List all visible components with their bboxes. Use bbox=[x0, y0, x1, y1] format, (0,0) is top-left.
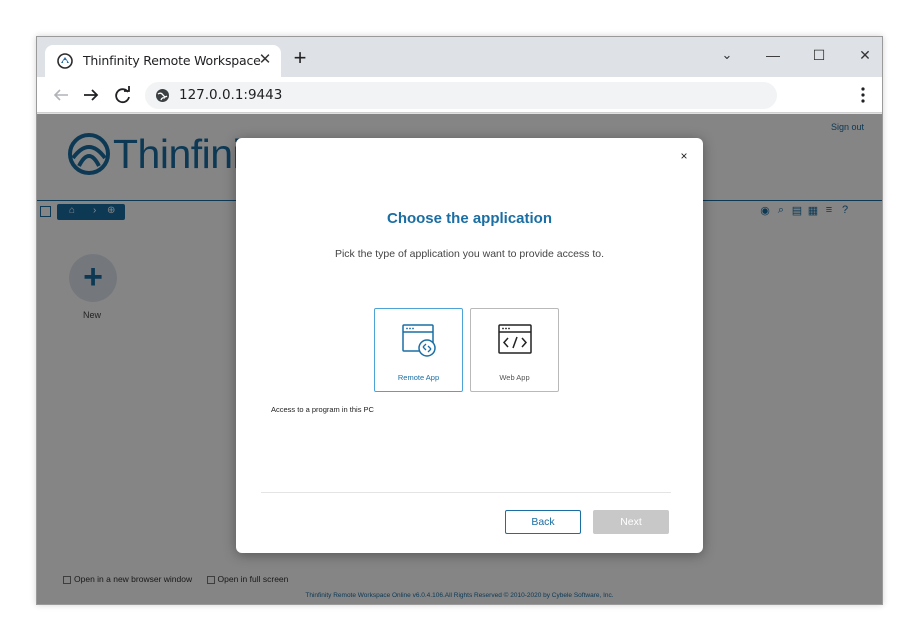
remote-app-option[interactable]: Remote App bbox=[374, 308, 463, 392]
close-icon[interactable]: × bbox=[677, 149, 691, 163]
remote-app-label: Remote App bbox=[397, 373, 440, 382]
option-description: Access to a program in this PC bbox=[271, 405, 374, 414]
dialog-subtitle: Pick the type of application you want to… bbox=[334, 248, 605, 260]
address-bar[interactable]: 127.0.0.1:9443 bbox=[145, 82, 777, 109]
maximize-button[interactable]: ☐ bbox=[796, 41, 842, 69]
browser-menu-icon[interactable] bbox=[856, 85, 870, 105]
thinfinity-favicon-icon bbox=[57, 53, 73, 69]
browser-window: Thinfinity Remote Workspace ✕ + ⌄ — ☐ ✕ … bbox=[36, 36, 883, 605]
close-window-button[interactable]: ✕ bbox=[842, 41, 882, 69]
tab-close-icon[interactable]: ✕ bbox=[255, 50, 275, 70]
site-info-icon[interactable] bbox=[155, 88, 170, 103]
web-app-option[interactable]: Web App bbox=[470, 308, 559, 392]
reload-icon[interactable] bbox=[111, 84, 135, 106]
tab-search-dropdown-icon[interactable]: ⌄ bbox=[704, 41, 750, 69]
next-button[interactable]: Next bbox=[593, 510, 669, 534]
dialog-divider bbox=[261, 492, 671, 493]
tab-title: Thinfinity Remote Workspace bbox=[83, 53, 261, 68]
minimize-button[interactable]: — bbox=[750, 41, 796, 69]
web-app-icon bbox=[498, 324, 532, 354]
remote-app-icon bbox=[402, 324, 436, 357]
new-tab-button[interactable]: + bbox=[289, 47, 311, 70]
tab-strip: Thinfinity Remote Workspace ✕ + ⌄ — ☐ ✕ bbox=[37, 37, 882, 77]
browser-tab[interactable]: Thinfinity Remote Workspace ✕ bbox=[45, 45, 281, 77]
choose-application-dialog: × Choose the application Pick the type o… bbox=[236, 138, 703, 553]
web-app-label: Web App bbox=[499, 373, 530, 382]
dialog-title: Choose the application bbox=[386, 210, 552, 227]
forward-arrow-icon[interactable] bbox=[79, 84, 103, 106]
back-button[interactable]: Back bbox=[505, 510, 581, 534]
back-arrow-icon[interactable] bbox=[49, 84, 73, 106]
url-text: 127.0.0.1:9443 bbox=[179, 87, 283, 103]
browser-toolbar: 127.0.0.1:9443 bbox=[37, 77, 882, 113]
